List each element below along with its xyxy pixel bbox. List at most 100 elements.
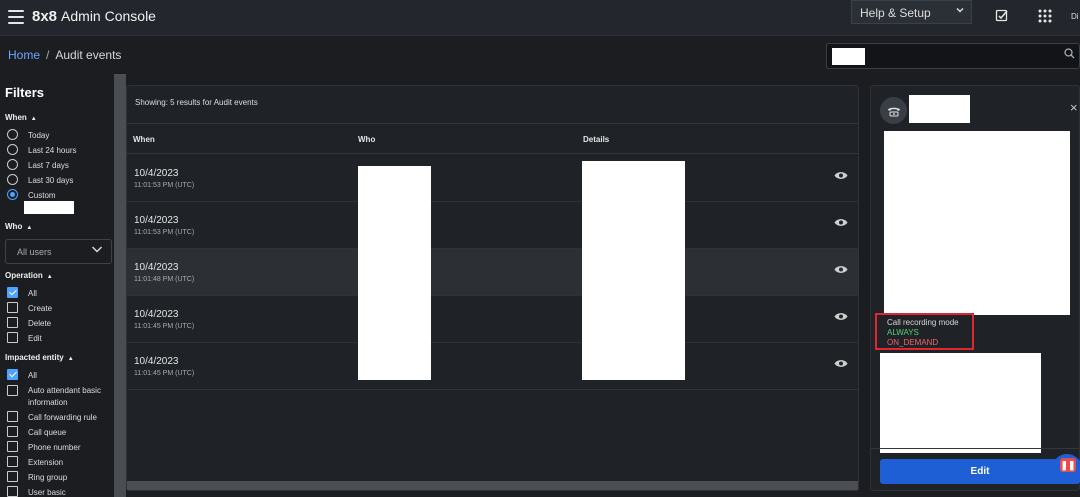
brand-name: Admin Console — [61, 8, 156, 24]
eye-icon[interactable] — [834, 265, 848, 274]
who-select-value: All users — [17, 247, 52, 257]
table-header: When Who Details — [127, 123, 858, 154]
avatar[interactable]: Di — [1071, 12, 1079, 21]
when-option-30d[interactable]: Last 30 days — [7, 174, 73, 187]
row-time: 11:01:45 PM (UTC) — [134, 323, 195, 330]
checkbox-checked[interactable] — [7, 287, 18, 298]
row-date: 10/4/2023 — [134, 215, 179, 226]
detail-content-redacted — [880, 353, 1041, 453]
top-bar: 8x8 Admin Console Help & Setup Di — [0, 0, 1080, 36]
who-section-header[interactable]: Who ▲ — [5, 222, 32, 231]
app-brand[interactable]: 8x8 Admin Console — [32, 8, 156, 25]
checkbox[interactable] — [7, 486, 18, 497]
recording-mode-old-value: ALWAYS — [887, 328, 919, 337]
entity-option-call-queue[interactable]: Call queue — [7, 426, 66, 439]
radio-button[interactable] — [7, 144, 18, 155]
entity-option-ring-group[interactable]: Ring group — [7, 471, 67, 484]
checkbox[interactable] — [7, 456, 18, 467]
checkbox[interactable] — [7, 302, 18, 313]
table-row-selected[interactable]: 10/4/2023 11:01:48 PM (UTC) — [127, 249, 858, 296]
chat-icon: ❚❚ — [1060, 458, 1076, 472]
help-setup-dropdown[interactable]: Help & Setup — [851, 0, 972, 24]
row-time: 11:01:53 PM (UTC) — [134, 182, 195, 189]
search-icon[interactable] — [1064, 48, 1075, 62]
operation-option-edit[interactable]: Edit — [7, 332, 42, 345]
horizontal-scrollbar[interactable] — [127, 481, 858, 490]
filters-sidebar: Filters When ▲ Today Last 24 hours Last 7… — [0, 74, 114, 497]
operation-option-delete[interactable]: Delete — [7, 317, 51, 330]
results-panel: Showing: 5 results for Audit events When… — [126, 85, 859, 491]
radio-button-selected[interactable] — [7, 189, 18, 200]
checkbox[interactable] — [7, 441, 18, 452]
operation-section-header[interactable]: Operation ▲ — [5, 271, 53, 280]
divider — [871, 448, 1079, 449]
when-option-7d[interactable]: Last 7 days — [7, 159, 69, 172]
chevron-down-icon — [955, 5, 965, 18]
row-date: 10/4/2023 — [134, 168, 179, 179]
brand-logo: 8x8 — [32, 8, 58, 25]
entity-option-auto-attendant[interactable]: Auto attendant basic information — [7, 385, 114, 409]
breadcrumb-bar: Home / Audit events — [0, 37, 1080, 74]
column-header-when[interactable]: When — [133, 135, 155, 144]
details-column-redacted — [582, 161, 685, 380]
event-detail-panel: × Call recording mode ALWAYS ON_DEMAND E… — [870, 85, 1080, 491]
chevron-down-icon — [91, 243, 103, 258]
column-header-who[interactable]: Who — [358, 135, 375, 144]
checkbox-checked[interactable] — [7, 369, 18, 380]
checkbox[interactable] — [7, 471, 18, 482]
checkbox[interactable] — [7, 411, 18, 422]
table-row[interactable]: 10/4/2023 11:01:53 PM (UTC) — [127, 202, 858, 249]
breadcrumb: Home / Audit events — [8, 48, 121, 62]
eye-icon[interactable] — [834, 218, 848, 227]
checkbox[interactable] — [7, 332, 18, 343]
eye-icon[interactable] — [834, 312, 848, 321]
table-row[interactable]: 10/4/2023 11:01:53 PM (UTC) — [127, 155, 858, 202]
who-select[interactable]: All users — [5, 239, 112, 264]
breadcrumb-home[interactable]: Home — [8, 48, 40, 62]
entity-option-phone-number[interactable]: Phone number — [7, 441, 80, 454]
redacted-block — [832, 48, 865, 65]
eye-icon[interactable] — [834, 171, 848, 180]
entity-option-call-forwarding[interactable]: Call forwarding rule — [7, 411, 97, 424]
breadcrumb-separator: / — [46, 48, 50, 62]
entity-option-user-basic[interactable]: User basic — [7, 486, 66, 497]
apps-grid-icon[interactable] — [1037, 9, 1053, 25]
column-header-details[interactable]: Details — [583, 135, 609, 144]
entity-option-extension[interactable]: Extension — [7, 456, 63, 469]
detail-title-redacted — [909, 95, 970, 123]
search-input[interactable] — [826, 43, 1080, 69]
when-section-header[interactable]: When ▲ — [5, 113, 37, 122]
row-date: 10/4/2023 — [134, 262, 179, 273]
when-option-24h[interactable]: Last 24 hours — [7, 144, 76, 157]
tasks-icon[interactable] — [994, 9, 1010, 25]
row-time: 11:01:53 PM (UTC) — [134, 229, 195, 236]
who-column-redacted — [358, 166, 431, 380]
checkbox[interactable] — [7, 426, 18, 437]
results-count: Showing: 5 results for Audit events — [135, 98, 258, 107]
recording-mode-new-value: ON_DEMAND — [887, 338, 939, 347]
eye-icon[interactable] — [834, 359, 848, 368]
close-icon[interactable]: × — [1070, 100, 1078, 115]
row-time: 11:01:48 PM (UTC) — [134, 276, 195, 283]
operation-option-all[interactable]: All — [7, 287, 37, 300]
checkbox[interactable] — [7, 385, 18, 396]
help-setup-label: Help & Setup — [860, 6, 931, 20]
checkbox[interactable] — [7, 317, 18, 328]
impacted-entity-section-header[interactable]: Impacted entity ▲ — [5, 353, 74, 362]
phone-icon — [880, 97, 907, 124]
when-option-today[interactable]: Today — [7, 129, 49, 142]
chat-button[interactable]: ❚❚ — [1052, 454, 1080, 484]
breadcrumb-current: Audit events — [55, 48, 122, 62]
entity-option-all[interactable]: All — [7, 369, 37, 382]
table-row[interactable]: 10/4/2023 11:01:45 PM (UTC) — [127, 296, 858, 343]
call-recording-mode-change: Call recording mode ALWAYS ON_DEMAND — [875, 313, 974, 350]
radio-button[interactable] — [7, 174, 18, 185]
edit-button[interactable]: Edit — [880, 459, 1080, 484]
table-row[interactable]: 10/4/2023 11:01:45 PM (UTC) — [127, 343, 858, 390]
operation-option-create[interactable]: Create — [7, 302, 52, 315]
radio-button[interactable] — [7, 159, 18, 170]
sidebar-scrollbar[interactable] — [114, 74, 126, 497]
radio-button[interactable] — [7, 129, 18, 140]
custom-date-redacted[interactable] — [24, 201, 74, 214]
menu-icon[interactable] — [8, 10, 24, 24]
